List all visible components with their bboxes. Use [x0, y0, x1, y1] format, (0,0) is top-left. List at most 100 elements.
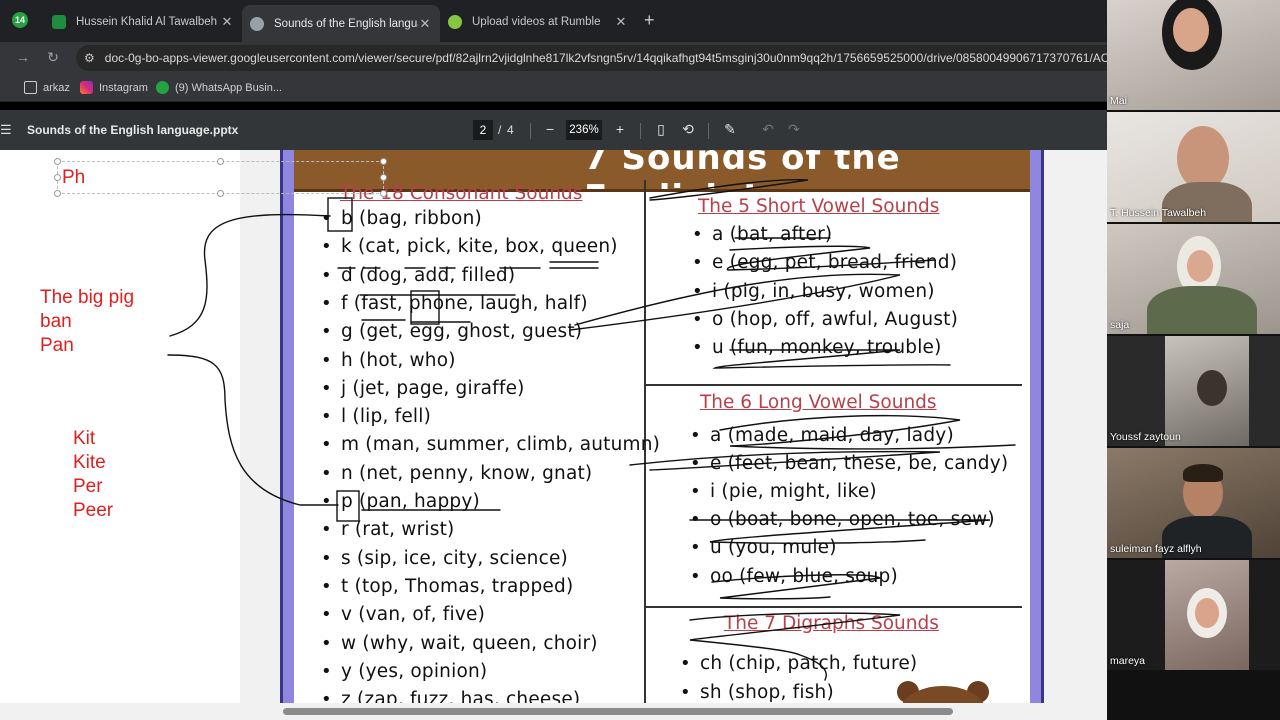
- sound-item: i (pie, might, like): [690, 481, 877, 502]
- bookmark-instagram[interactable]: Instagram: [80, 81, 148, 94]
- scrollbar-thumb[interactable]: [283, 708, 953, 715]
- redo-icon[interactable]: ↷: [786, 121, 802, 138]
- participant-tile[interactable]: Mai: [1107, 0, 1280, 110]
- avatar: [1177, 126, 1229, 190]
- annotation-textbox[interactable]: Ph: [54, 158, 387, 197]
- avatar: [1173, 8, 1209, 52]
- bookmark-label: (9) WhatsApp Busin...: [175, 81, 282, 94]
- whatsapp-icon: [156, 81, 169, 94]
- sound-item: a (made, maid, day, lady): [690, 425, 954, 446]
- slide-margin-panel: [0, 150, 240, 703]
- participant-name: saja: [1110, 319, 1130, 331]
- avatar: [1195, 598, 1219, 628]
- menu-icon[interactable]: ☰: [0, 122, 12, 138]
- participant-tile[interactable]: saja: [1107, 224, 1280, 334]
- page-number-input[interactable]: 2: [473, 120, 493, 140]
- page-border-left: [280, 150, 294, 703]
- toolbar-divider: [708, 123, 709, 139]
- url-text: doc-0g-bo-apps-viewer.googleusercontent.…: [104, 51, 1107, 65]
- participant-tile[interactable]: T. Hussein Tawalbeh: [1107, 112, 1280, 222]
- sound-item: a (bat, after): [692, 224, 832, 245]
- sound-item: f (fast, phone, laugh, half): [321, 293, 588, 314]
- rotate-icon[interactable]: ⟲: [680, 121, 696, 138]
- section-divider: [646, 606, 1022, 608]
- sound-item: i (pig, in, busy, women): [692, 281, 935, 302]
- sheets-icon: [52, 15, 66, 29]
- sound-item: b (bag, ribbon): [321, 208, 482, 229]
- fit-page-icon[interactable]: ▯: [653, 121, 669, 138]
- tab-sounds-english[interactable]: Sounds of the English language ✕: [242, 5, 440, 42]
- banner-title: 7 Sounds of the English Language: [584, 150, 938, 189]
- digraphs-title: The 7 Digraphs Sounds: [724, 613, 939, 634]
- tab-rumble[interactable]: Upload videos at Rumble ✕: [440, 7, 636, 37]
- document-title: Sounds of the English language.pptx: [27, 123, 239, 137]
- resize-handle[interactable]: [217, 190, 224, 197]
- sound-item: h (hot, who): [321, 350, 456, 371]
- bookmark-label: arkaz: [43, 81, 70, 94]
- sound-item: oo (few, blue, soup): [690, 566, 898, 587]
- participant-name: suleiman fayz alflyh: [1110, 543, 1202, 555]
- new-tab-icon[interactable]: +: [644, 10, 655, 31]
- bookmark-whatsapp[interactable]: (9) WhatsApp Busin...: [156, 81, 282, 94]
- bookmark-arkaz[interactable]: arkaz: [24, 81, 70, 94]
- pdf-toolbar: ☰ Sounds of the English language.pptx 2 …: [0, 110, 1107, 150]
- sound-item: v (van, of, five): [321, 604, 485, 625]
- resize-handle[interactable]: [54, 158, 61, 165]
- close-icon[interactable]: ✕: [614, 14, 628, 30]
- sound-item: y (yes, opinion): [321, 661, 487, 682]
- undo-icon[interactable]: ↶: [760, 121, 776, 138]
- sound-item: e (feet, bean, these, be, candy): [690, 453, 1008, 474]
- zoom-out-icon[interactable]: −: [542, 121, 558, 137]
- sound-item: l (lip, fell): [321, 406, 431, 427]
- participant-tile[interactable]: mareya: [1107, 560, 1280, 670]
- annotation-note-1[interactable]: The big pig ban Pan: [40, 286, 134, 358]
- sound-item: r (rat, wrist): [321, 519, 454, 540]
- resize-handle[interactable]: [380, 190, 387, 197]
- sound-item: o (boat, bone, open, toe, sew): [690, 509, 995, 530]
- participant-tile[interactable]: suleiman fayz alflyh: [1107, 448, 1280, 558]
- resize-handle[interactable]: [380, 158, 387, 165]
- avatar: [1183, 464, 1223, 482]
- toolbar-divider: [530, 123, 531, 139]
- vertical-scrollbar[interactable]: [1094, 150, 1107, 703]
- sound-item: p (pan, happy): [321, 491, 480, 512]
- short-vowels-title: The 5 Short Vowel Sounds: [698, 196, 940, 217]
- participant-tile[interactable]: Youssf zaytoun: [1107, 336, 1280, 446]
- sound-item: k (cat, pick, kite, box, queen): [321, 236, 618, 257]
- resize-handle[interactable]: [54, 190, 61, 197]
- participants-panel: Mai T. Hussein Tawalbeh saja Youssf zayt…: [1107, 0, 1280, 720]
- zoom-in-icon[interactable]: +: [612, 121, 628, 137]
- sound-item: t (top, Thomas, trapped): [321, 576, 573, 597]
- site-info-icon[interactable]: ⚙: [84, 51, 95, 65]
- tab-hussein-doc[interactable]: Hussein Khalid Al Tawalbeh - G ✕: [44, 7, 242, 37]
- resize-handle[interactable]: [380, 174, 387, 181]
- sound-item: e (egg, pet, bread, friend): [692, 252, 957, 273]
- reload-icon[interactable]: ↻: [44, 49, 62, 66]
- close-icon[interactable]: ✕: [418, 16, 432, 32]
- close-icon[interactable]: ✕: [220, 14, 234, 30]
- url-field[interactable]: ⚙ doc-0g-bo-apps-viewer.googleuserconten…: [76, 45, 1107, 71]
- resize-handle[interactable]: [54, 174, 61, 181]
- sound-item: n (net, penny, know, gnat): [321, 463, 592, 484]
- zoom-level-input[interactable]: 236%: [566, 120, 602, 140]
- instagram-icon: [80, 81, 93, 94]
- sound-item: ch (chip, patch, future): [680, 653, 917, 674]
- avatar: [1147, 286, 1257, 334]
- annotate-icon[interactable]: ✎: [722, 121, 738, 138]
- section-divider: [646, 384, 1022, 386]
- forward-icon[interactable]: →: [14, 49, 32, 65]
- page-border-right: [1030, 150, 1044, 703]
- horizontal-scrollbar[interactable]: [0, 703, 1107, 720]
- rumble-icon: [448, 15, 462, 29]
- sound-item: g (get, egg, ghost, guest): [321, 321, 582, 342]
- annotation-note-2[interactable]: Kit Kite Per Peer: [73, 427, 113, 523]
- avatar: [1197, 370, 1227, 406]
- sound-item: z (zap, fuzz, has, cheese): [321, 689, 580, 703]
- whatsapp-tab-icon[interactable]: 14: [12, 12, 28, 28]
- resize-handle[interactable]: [217, 158, 224, 165]
- participant-name: Mai: [1110, 95, 1127, 107]
- participant-name: T. Hussein Tawalbeh: [1110, 207, 1207, 219]
- sound-item: m (man, summer, climb, autumn): [321, 434, 660, 455]
- pdf-page: 7 Sounds of the English Language The 18 …: [280, 150, 1044, 703]
- address-bar-row: → ↻ ⚙ doc-0g-bo-apps-viewer.googleuserco…: [0, 42, 1107, 74]
